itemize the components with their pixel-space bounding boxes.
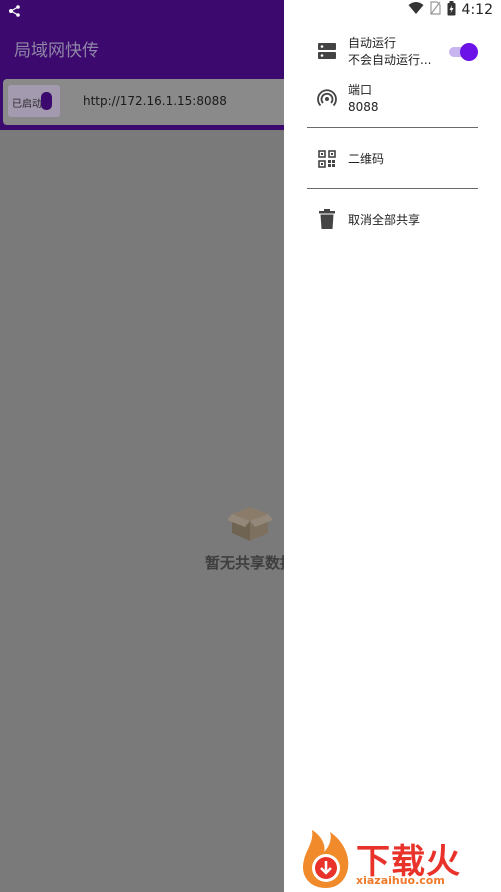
box-icon [227, 503, 273, 547]
navigation-drawer: 自动运行 不会自动运行... 端口 8088 二维码 取消全部共享 [284, 20, 501, 892]
server-toggle[interactable]: 已启动 [8, 85, 60, 117]
qr-code-item[interactable]: 二维码 [284, 147, 501, 171]
auto-run-switch[interactable] [449, 43, 478, 61]
qr-code-icon [317, 149, 337, 169]
flame-logo-icon [302, 830, 349, 888]
battery-icon [447, 0, 456, 20]
app-bar: 局域网快传 [0, 20, 284, 76]
status-bar: 4:12 [0, 0, 501, 20]
qr-code-label: 二维码 [348, 152, 385, 166]
notification-icon [8, 3, 22, 22]
wifi-icon [408, 1, 424, 19]
server-url[interactable]: http://172.16.1.15:8088 [83, 94, 227, 108]
divider [307, 188, 478, 189]
broadcast-icon [317, 88, 337, 108]
port-value: 8088 [348, 100, 379, 114]
port-title: 端口 [348, 83, 373, 97]
cancel-all-share-label: 取消全部共享 [348, 213, 421, 227]
auto-run-subtitle: 不会自动运行... [348, 53, 432, 67]
port-item[interactable]: 端口 8088 [284, 81, 501, 119]
divider [307, 127, 478, 128]
auto-run-item[interactable]: 自动运行 不会自动运行... [284, 34, 501, 72]
toggle-knob [41, 92, 52, 110]
server-toggle-label: 已启动 [12, 99, 42, 110]
server-icon [317, 41, 337, 61]
server-card[interactable]: 已启动 http://172.16.1.15:8088 [3, 79, 284, 125]
watermark-logo: 下载火 xiazaihuo.com [296, 828, 501, 892]
empty-state-text: 暂无共享数据 [205, 554, 284, 572]
trash-icon [317, 209, 337, 229]
watermark-domain: xiazaihuo.com [356, 874, 445, 887]
app-title: 局域网快传 [14, 41, 99, 61]
status-time: 4:12 [461, 2, 493, 18]
auto-run-title: 自动运行 [348, 36, 397, 50]
cancel-all-share-item[interactable]: 取消全部共享 [284, 208, 501, 232]
no-sim-icon [429, 1, 441, 19]
